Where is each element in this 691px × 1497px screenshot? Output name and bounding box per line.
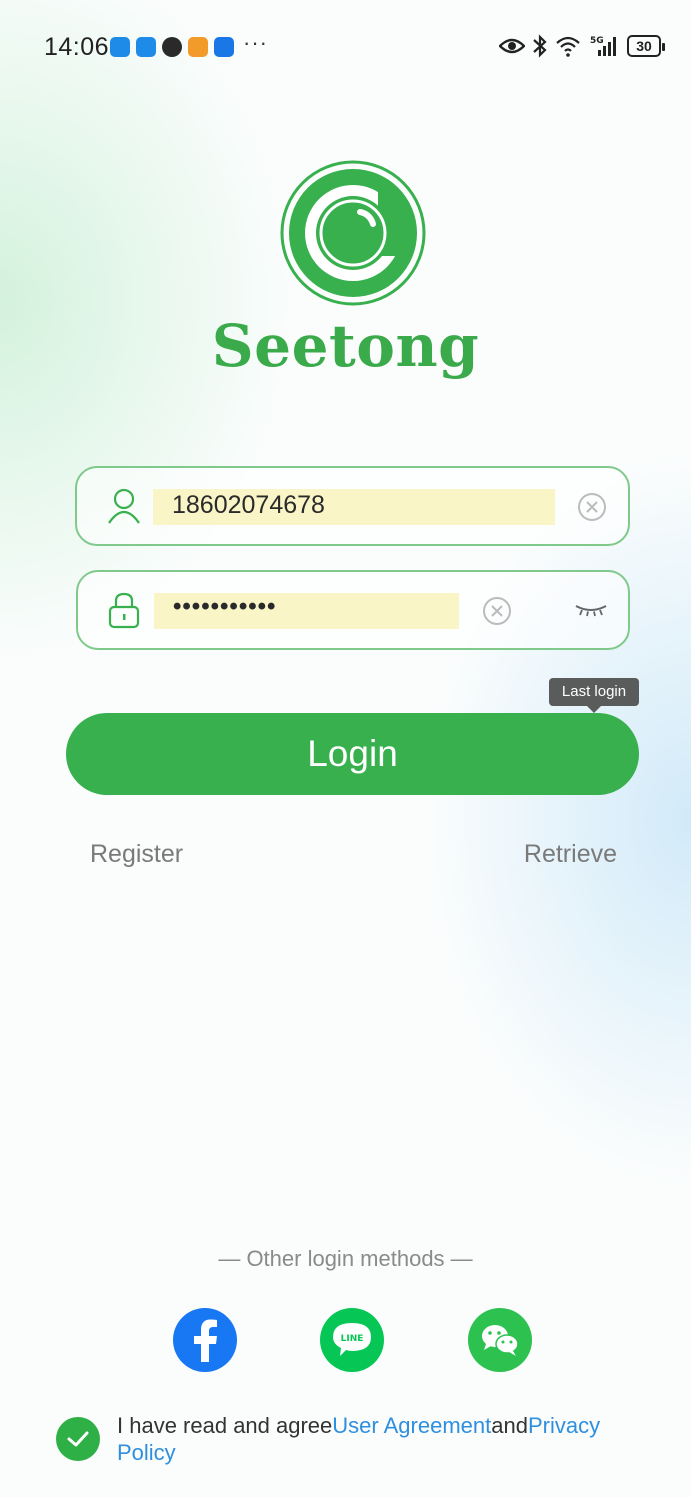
svg-text:5G: 5G (590, 36, 604, 46)
password-field[interactable]: ••••••••••• (76, 570, 630, 650)
username-field[interactable]: 18602074678 (75, 466, 630, 546)
facebook-icon (194, 1319, 217, 1362)
register-link[interactable]: Register (90, 840, 183, 869)
wechat-icon (482, 1325, 519, 1356)
status-bar: 14:06 ··· 5G 30 (0, 0, 691, 92)
battery-indicator: 30 (627, 35, 665, 57)
eye-closed-icon[interactable] (573, 602, 609, 618)
app-name: Seetong (211, 312, 480, 380)
last-login-tooltip: Last login (549, 678, 639, 713)
status-time: 14:06 (44, 33, 110, 61)
svg-text:LINE: LINE (341, 1334, 364, 1344)
bluetooth-icon (533, 34, 547, 58)
agreement-checkbox[interactable] (56, 1417, 100, 1461)
clear-username-icon[interactable] (577, 492, 607, 522)
alipay-icon (214, 37, 234, 57)
app-notification-icon (188, 37, 208, 57)
wifi-icon (556, 36, 580, 57)
agreement-prefix: I have read and agree (117, 1413, 333, 1438)
checkmark-icon (67, 1431, 89, 1447)
clear-password-icon[interactable] (482, 596, 512, 626)
retrieve-password-link[interactable]: Retrieve (524, 840, 617, 869)
eye-icon (499, 38, 525, 54)
system-icons: 5G 30 (499, 33, 665, 59)
lock-icon (108, 592, 140, 629)
line-icon: LINE (333, 1323, 371, 1356)
login-button[interactable]: Login (66, 713, 639, 795)
user-agreement-link[interactable]: User Agreement (332, 1413, 491, 1438)
more-notifications-icon: ··· (243, 30, 268, 55)
seetong-logo (280, 160, 426, 306)
password-input[interactable]: ••••••••••• (173, 593, 276, 621)
wechat-login-button[interactable] (468, 1308, 532, 1372)
cloud-app-icon-2 (136, 37, 156, 57)
username-input[interactable]: 18602074678 (172, 491, 325, 520)
facebook-login-button[interactable] (173, 1308, 237, 1372)
user-icon (108, 488, 140, 524)
agreement-and: and (491, 1413, 528, 1438)
cloud-app-icon (110, 37, 130, 57)
message-icon (162, 37, 182, 57)
line-login-button[interactable]: LINE (320, 1308, 384, 1372)
agreement-text: I have read and agreeUser AgreementandPr… (117, 1412, 657, 1466)
signal-icon: 5G (590, 36, 616, 56)
other-login-title: — Other login methods — (218, 1246, 473, 1271)
